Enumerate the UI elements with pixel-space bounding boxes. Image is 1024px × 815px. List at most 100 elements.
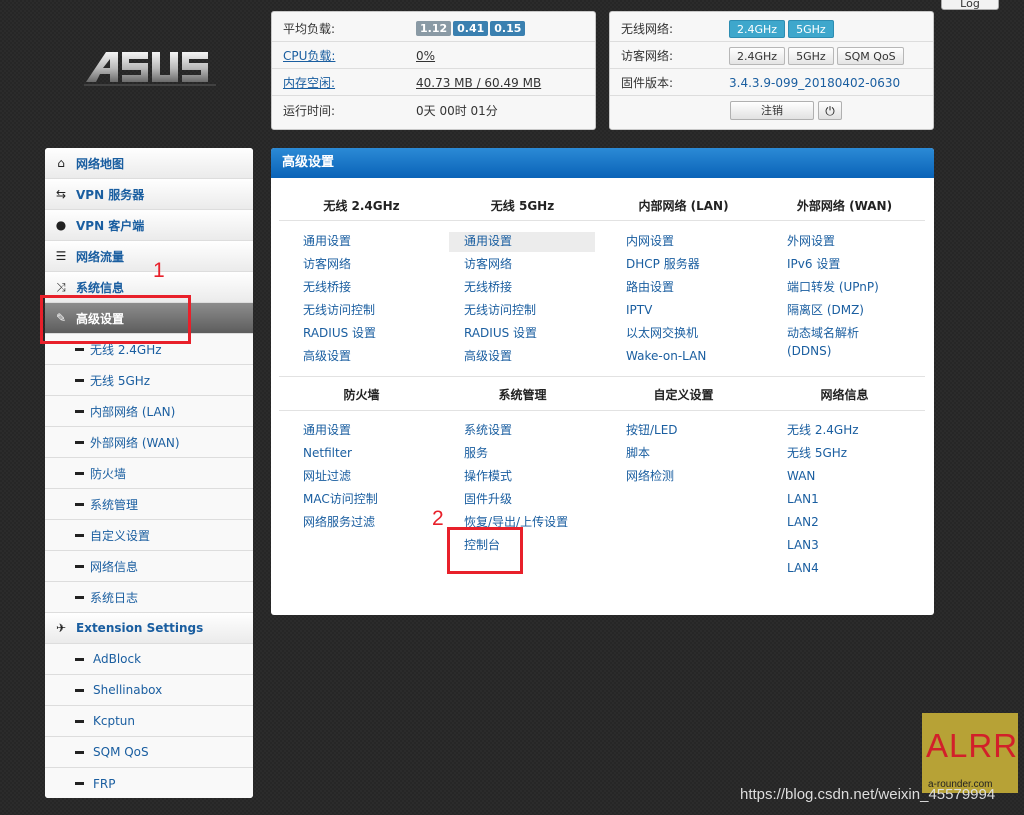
load-1min-badge: 1.12 [416, 21, 452, 36]
logout-button[interactable]: 注销 [730, 100, 814, 120]
link-routing[interactable]: 路由设置 [626, 280, 674, 295]
sidebar-subitem-adblock[interactable]: AdBlock [45, 644, 253, 675]
link-info-lan3[interactable]: LAN3 [787, 538, 819, 553]
link-wl5-guest[interactable]: 访客网络 [464, 257, 512, 272]
link-operation-mode[interactable]: 操作模式 [464, 469, 512, 484]
network-status-panel: 无线网络: 2.4GHz 5GHz 访客网络: 2.4GHz 5GHz SQM QoS… [609, 11, 934, 130]
firmware-row: 固件版本: 3.4.3.9-099_20180402-0630 [610, 70, 933, 96]
dash-icon [75, 565, 84, 568]
uptime-row: 运行时间: 0天 00时 01分 [272, 97, 595, 123]
sidebar-subitem-custom[interactable]: 自定义设置 [45, 520, 253, 551]
link-port-forward[interactable]: 端口转发 (UPnP) [787, 280, 879, 295]
log-tab[interactable]: Log [941, 0, 999, 10]
link-wl24-general[interactable]: 通用设置 [303, 234, 351, 249]
link-info-lan2[interactable]: LAN2 [787, 515, 819, 530]
sidebar-subitem-wireless-5[interactable]: 无线 5GHz [45, 365, 253, 396]
guest-buttons: 2.4GHz 5GHz SQM QoS [729, 46, 907, 65]
plane-icon: ✈ [55, 621, 67, 635]
sidebar-subitem-shellinabox[interactable]: Shellinabox [45, 675, 253, 706]
link-ddns-suffix[interactable]: (DDNS) [787, 344, 831, 359]
link-wl5-acl[interactable]: 无线访问控制 [464, 303, 536, 318]
dash-icon [75, 379, 84, 382]
link-info-wireless-24[interactable]: 无线 2.4GHz [787, 423, 859, 438]
link-button-led[interactable]: 按钮/LED [626, 423, 678, 438]
uptime-value: 0天 00时 01分 [416, 103, 498, 118]
sidebar-item-vpn-client[interactable]: ● VPN 客户端 [45, 210, 253, 241]
link-info-wan[interactable]: WAN [787, 469, 815, 484]
link-services[interactable]: 服务 [464, 446, 488, 461]
memory-free-link[interactable]: 内存空闲: [283, 74, 335, 91]
sidebar-subitem-kcptun[interactable]: Kcptun [45, 706, 253, 737]
link-wl5-general[interactable]: 通用设置 [449, 232, 595, 252]
sidebar-subitem-label: 无线 5GHz [90, 373, 151, 388]
link-service-filter[interactable]: 网络服务过滤 [303, 515, 375, 530]
guest-label: 访客网络: [621, 49, 674, 63]
sidebar-subitem-firewall[interactable]: 防火墙 [45, 458, 253, 489]
sidebar-subitem-label: 内部网络 (LAN) [90, 404, 176, 419]
sidebar-subitem-wan[interactable]: 外部网络 (WAN) [45, 427, 253, 458]
dash-icon [75, 534, 84, 537]
link-wl5-radius[interactable]: RADIUS 设置 [464, 326, 537, 341]
link-wake-on-lan[interactable]: Wake-on-LAN [626, 349, 706, 364]
link-ethernet-switch[interactable]: 以太网交换机 [626, 326, 698, 341]
link-dhcp-server[interactable]: DHCP 服务器 [626, 257, 700, 272]
sidebar-subitem-label: 外部网络 (WAN) [90, 435, 180, 450]
sidebar-item-extension-settings[interactable]: ✈ Extension Settings [45, 613, 253, 644]
guest-24ghz-button[interactable]: 2.4GHz [729, 46, 786, 65]
dash-icon [75, 410, 84, 413]
sidebar-item-traffic[interactable]: ☰ 网络流量 [45, 241, 253, 272]
firmware-version-link[interactable]: 3.4.3.9-099_20180402-0630 [729, 76, 900, 90]
dash-icon [75, 720, 84, 723]
power-icon[interactable]: ⏻ [818, 100, 842, 120]
link-info-lan1[interactable]: LAN1 [787, 492, 819, 507]
wireless-row: 无线网络: 2.4GHz 5GHz [610, 16, 933, 42]
sqm-qos-button[interactable]: SQM QoS [836, 46, 904, 65]
link-wl24-guest[interactable]: 访客网络 [303, 257, 351, 272]
load-15min-badge: 0.15 [490, 21, 526, 36]
link-wl24-advanced[interactable]: 高级设置 [303, 349, 351, 364]
cpu-load-link[interactable]: CPU负载: [283, 47, 335, 64]
guest-row: 访客网络: 2.4GHz 5GHz SQM QoS [610, 43, 933, 69]
sidebar-item-vpn-server[interactable]: ⇆ VPN 服务器 [45, 179, 253, 210]
link-system-settings[interactable]: 系统设置 [464, 423, 512, 438]
link-network-check[interactable]: 网络检测 [626, 469, 674, 484]
wireless-24ghz-button[interactable]: 2.4GHz [729, 19, 786, 38]
sidebar-subitem-admin[interactable]: 系统管理 [45, 489, 253, 520]
link-netfilter[interactable]: Netfilter [303, 446, 352, 461]
memory-free-value: 40.73 MB / 60.49 MB [416, 75, 542, 90]
sidebar-subitem-network-info[interactable]: 网络信息 [45, 551, 253, 582]
link-dmz[interactable]: 隔离区 (DMZ) [787, 303, 864, 318]
link-wl5-bridge[interactable]: 无线桥接 [464, 280, 512, 295]
link-wl24-acl[interactable]: 无线访问控制 [303, 303, 375, 318]
sidebar-subitem-label: Kcptun [93, 714, 135, 728]
link-wl24-bridge[interactable]: 无线桥接 [303, 280, 351, 295]
wireless-5ghz-button[interactable]: 5GHz [788, 19, 834, 38]
load-5min-badge: 0.41 [453, 21, 489, 36]
watermark-url: https://blog.csdn.net/weixin_45579994 [740, 786, 996, 803]
sidebar-subitem-sqm-qos[interactable]: SQM QoS [45, 737, 253, 768]
link-ddns[interactable]: 动态域名解析 [787, 326, 859, 341]
link-iptv[interactable]: IPTV [626, 303, 652, 318]
memory-free-row: 内存空闲: 40.73 MB / 60.49 MB [272, 70, 595, 96]
sidebar-item-network-map[interactable]: ⌂ 网络地图 [45, 148, 253, 179]
link-wan-settings[interactable]: 外网设置 [787, 234, 835, 249]
link-wl5-advanced[interactable]: 高级设置 [464, 349, 512, 364]
link-url-filter[interactable]: 网址过滤 [303, 469, 351, 484]
link-info-lan4[interactable]: LAN4 [787, 561, 819, 576]
link-mac-filter[interactable]: MAC访问控制 [303, 492, 378, 507]
load-average-values: 1.12 0.41 0.15 [416, 21, 527, 36]
link-wl24-radius[interactable]: RADIUS 设置 [303, 326, 376, 341]
sidebar-subitem-frp[interactable]: FRP [45, 768, 253, 798]
link-scripts[interactable]: 脚本 [626, 446, 650, 461]
link-ipv6-settings[interactable]: IPv6 设置 [787, 257, 840, 272]
section-head-wireless-24: 无线 2.4GHz [323, 199, 400, 213]
section-head-custom: 自定义设置 [653, 388, 714, 402]
link-info-wireless-5[interactable]: 无线 5GHz [787, 446, 847, 461]
cpu-load-row: CPU负载: 0% [272, 43, 595, 69]
link-firmware-upgrade[interactable]: 固件升级 [464, 492, 512, 507]
link-lan-settings[interactable]: 内网设置 [626, 234, 674, 249]
sidebar-subitem-lan[interactable]: 内部网络 (LAN) [45, 396, 253, 427]
guest-5ghz-button[interactable]: 5GHz [788, 46, 834, 65]
link-fw-general[interactable]: 通用设置 [303, 423, 351, 438]
sidebar-subitem-syslog[interactable]: 系统日志 [45, 582, 253, 613]
